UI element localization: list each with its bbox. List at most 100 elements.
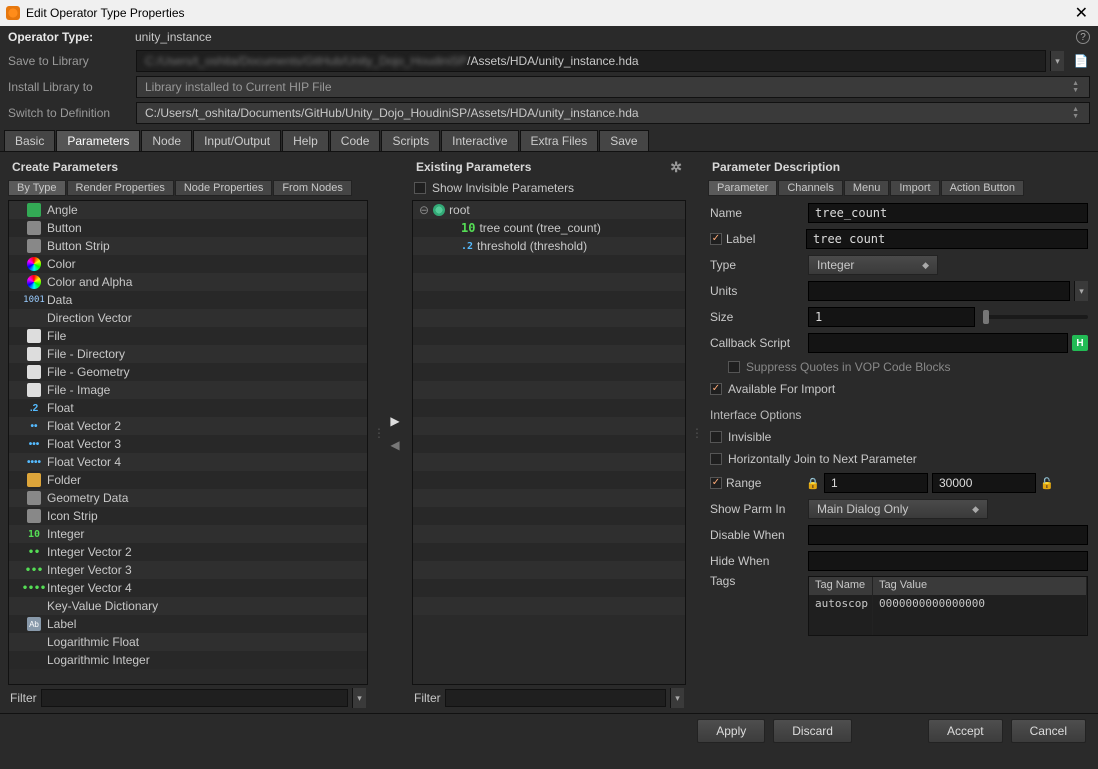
accept-button[interactable]: Accept	[928, 719, 1003, 743]
subtab-node-properties[interactable]: Node Properties	[175, 180, 273, 196]
type-item[interactable]: Key-Value Dictionary	[9, 597, 367, 615]
tree-item-tree-count[interactable]: 10 tree count (tree_count)	[413, 219, 685, 237]
show-invisible-checkbox[interactable]	[414, 182, 426, 194]
name-input[interactable]	[808, 203, 1088, 223]
type-item[interactable]: Direction Vector	[9, 309, 367, 327]
move-left-icon[interactable]: ◀	[390, 438, 399, 452]
type-item[interactable]: Icon Strip	[9, 507, 367, 525]
callback-input[interactable]	[808, 333, 1068, 353]
switch-updown-icon[interactable]: ▲▼	[1070, 106, 1081, 120]
tab-interactive[interactable]: Interactive	[441, 130, 518, 151]
units-dropdown[interactable]	[1074, 281, 1088, 301]
type-item[interactable]: Geometry Data	[9, 489, 367, 507]
units-input[interactable]	[808, 281, 1070, 301]
horiz-join-checkbox[interactable]	[710, 453, 722, 465]
available-import-checkbox[interactable]	[710, 383, 722, 395]
type-item[interactable]: File	[9, 327, 367, 345]
hide-when-input[interactable]	[808, 551, 1088, 571]
splitter-right[interactable]	[694, 156, 700, 709]
label-input[interactable]	[806, 229, 1088, 249]
size-input[interactable]	[808, 307, 975, 327]
type-item[interactable]: ••••Integer Vector 4	[9, 579, 367, 597]
range-max-input[interactable]	[932, 473, 1036, 493]
tab-extra-files[interactable]: Extra Files	[520, 130, 599, 151]
desc-tab-action-button[interactable]: Action Button	[941, 180, 1024, 196]
tag-row[interactable]: autoscop 0000000000000000	[809, 595, 1087, 615]
move-right-icon[interactable]: ▶	[390, 414, 399, 428]
desc-tab-import[interactable]: Import	[890, 180, 939, 196]
tab-code[interactable]: Code	[330, 130, 381, 151]
type-item[interactable]: ••••Float Vector 4	[9, 453, 367, 471]
type-item[interactable]: Logarithmic Integer	[9, 651, 367, 669]
type-item[interactable]: 1001Data	[9, 291, 367, 309]
type-item[interactable]: Color	[9, 255, 367, 273]
tab-parameters[interactable]: Parameters	[56, 130, 140, 151]
type-label: Button Strip	[47, 239, 110, 253]
type-item[interactable]: 10Integer	[9, 525, 367, 543]
label-enable-checkbox[interactable]	[710, 233, 722, 245]
type-item[interactable]: •••Integer Vector 3	[9, 561, 367, 579]
gear-icon[interactable]	[670, 159, 682, 176]
cancel-button[interactable]: Cancel	[1011, 719, 1086, 743]
splitter-left[interactable]	[376, 156, 382, 709]
save-library-dropdown[interactable]	[1050, 51, 1064, 71]
type-item[interactable]: Logarithmic Float	[9, 633, 367, 651]
desc-tab-parameter[interactable]: Parameter	[708, 180, 777, 196]
existing-parameters-tree[interactable]: ⊖ root 10 tree count (tree_count) .2 thr…	[412, 200, 686, 685]
tab-scripts[interactable]: Scripts	[381, 130, 440, 151]
tab-basic[interactable]: Basic	[4, 130, 55, 151]
type-item[interactable]: ••Integer Vector 2	[9, 543, 367, 561]
type-item[interactable]: Folder	[9, 471, 367, 489]
subtab-by-type[interactable]: By Type	[8, 180, 66, 196]
tab-save[interactable]: Save	[599, 130, 648, 151]
range-min-lock-icon[interactable]: 🔒	[806, 477, 820, 490]
type-item[interactable]: File - Image	[9, 381, 367, 399]
desc-tab-menu[interactable]: Menu	[844, 180, 890, 196]
invisible-checkbox[interactable]	[710, 431, 722, 443]
apply-button[interactable]: Apply	[697, 719, 765, 743]
subtab-render-properties[interactable]: Render Properties	[67, 180, 174, 196]
subtab-from-nodes[interactable]: From Nodes	[273, 180, 352, 196]
type-item[interactable]: AbLabel	[9, 615, 367, 633]
type-item[interactable]: File - Geometry	[9, 363, 367, 381]
tree-item-threshold[interactable]: .2 threshold (threshold)	[413, 237, 685, 255]
parameter-types-list[interactable]: AngleButton Button Strip ColorColor and Al…	[8, 200, 368, 685]
desc-tab-channels[interactable]: Channels	[778, 180, 842, 196]
range-max-lock-icon[interactable]: 🔓	[1040, 477, 1054, 490]
tab-help[interactable]: Help	[282, 130, 329, 151]
type-item[interactable]: .2Float	[9, 399, 367, 417]
switch-definition-field[interactable]: C:/Users/t_oshita/Documents/GitHub/Unity…	[136, 102, 1090, 124]
tags-table[interactable]: Tag Name Tag Value autoscop 000000000000…	[808, 576, 1088, 636]
tab-input-output[interactable]: Input/Output	[193, 130, 281, 151]
create-filter-input[interactable]	[41, 689, 348, 707]
install-updown-icon[interactable]: ▲▼	[1070, 80, 1081, 94]
type-item[interactable]: ••Float Vector 2	[9, 417, 367, 435]
tree-root[interactable]: ⊖ root	[413, 201, 685, 219]
create-filter-dropdown[interactable]	[352, 688, 366, 708]
disable-when-input[interactable]	[808, 525, 1088, 545]
type-item[interactable]: •••Float Vector 3	[9, 435, 367, 453]
discard-button[interactable]: Discard	[773, 719, 852, 743]
range-checkbox[interactable]	[710, 477, 722, 489]
type-item[interactable]: Angle	[9, 201, 367, 219]
suppress-quotes-checkbox[interactable]	[728, 361, 740, 373]
size-slider[interactable]	[983, 315, 1088, 319]
type-item[interactable]: Button Strip	[9, 237, 367, 255]
save-to-library-field[interactable]: C:/Users/t_oshita/Documents/GitHub/Unity…	[136, 50, 1046, 72]
range-min-input[interactable]	[824, 473, 928, 493]
show-parm-select[interactable]: Main Dialog Only◆	[808, 499, 988, 519]
type-item[interactable]: Button	[9, 219, 367, 237]
hscript-icon[interactable]: H	[1072, 335, 1088, 351]
existing-filter-dropdown[interactable]	[670, 688, 684, 708]
type-item[interactable]: Color and Alpha	[9, 273, 367, 291]
help-icon[interactable]: ?	[1076, 30, 1090, 44]
install-library-field[interactable]: Library installed to Current HIP File ▲▼	[136, 76, 1090, 98]
choose-file-icon[interactable]: 📄	[1072, 52, 1090, 70]
type-item[interactable]: File - Directory	[9, 345, 367, 363]
tab-node[interactable]: Node	[141, 130, 192, 151]
operator-type-row: Operator Type: unity_instance ?	[0, 26, 1098, 48]
close-button[interactable]: ✕	[1071, 3, 1092, 23]
existing-filter-input[interactable]	[445, 689, 666, 707]
type-select[interactable]: Integer◆	[808, 255, 938, 275]
name-label: Name	[710, 206, 804, 220]
